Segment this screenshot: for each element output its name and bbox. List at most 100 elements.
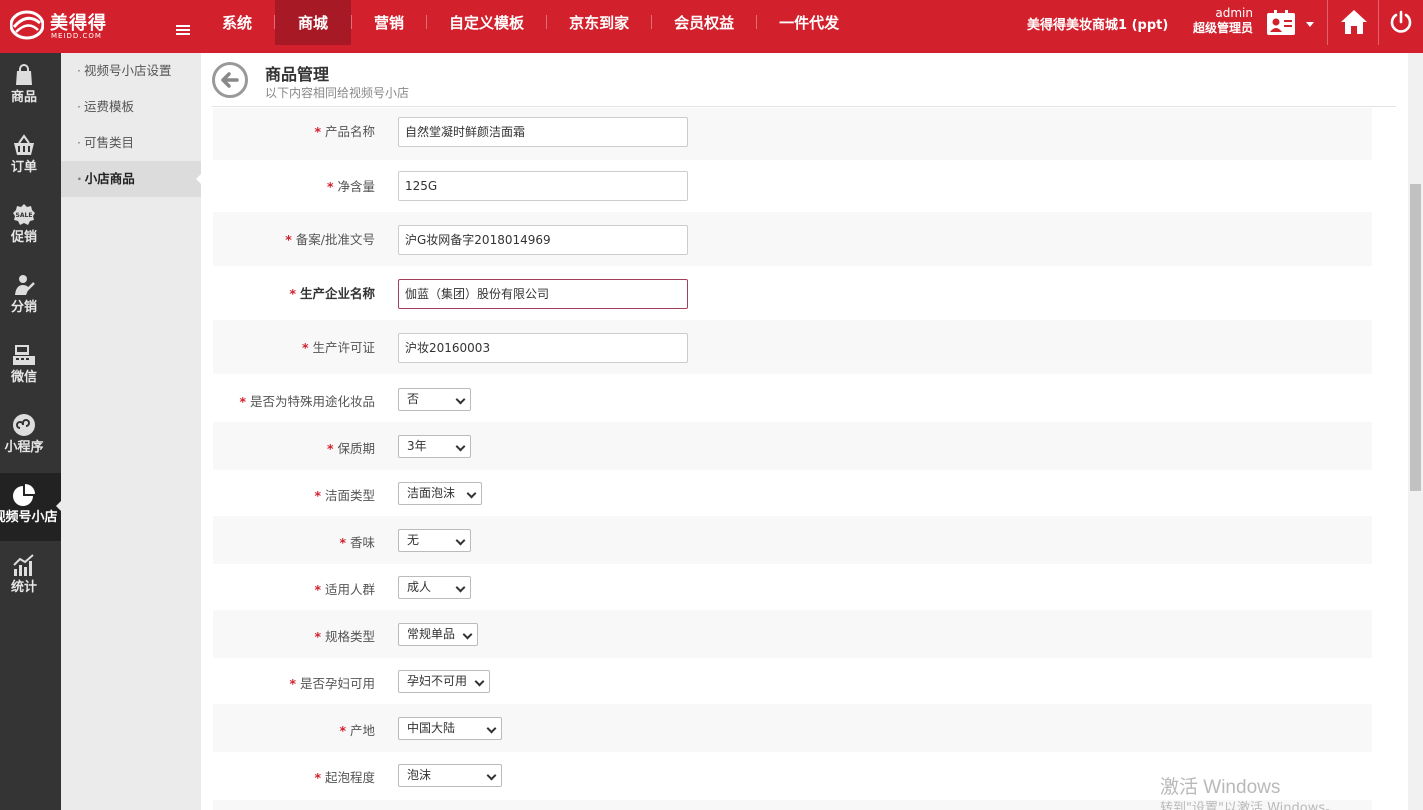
form-row-spec-type: * 规格类型 常规单品 [213,610,1372,658]
activation-watermark: 激活 Windows [1160,777,1281,798]
user-card-icon[interactable] [1266,10,1296,36]
subnav-item-categories[interactable]: · 可售类目 [61,125,201,161]
form-row-license: * 生产许可证 沪妆20160003 [213,320,1372,374]
nav-item-marketing[interactable]: 营销 [352,0,426,45]
svg-text:SALE: SALE [16,212,33,219]
sidebar-item-wechat[interactable]: 微信 [0,333,61,401]
sidebar-item-label: 视频号小店 [0,510,58,525]
subnav-item-shop-goods[interactable]: · 小店商品 [61,161,201,197]
field-label: * 洁面类型 [314,488,375,503]
form-row-shelf-life: * 保质期 3年 [213,422,1372,470]
user-info[interactable]: admin 超级管理员 [1186,6,1253,36]
product-name-input[interactable]: 自然堂凝时鲜颜洁面霜 [398,117,688,147]
license-input[interactable]: 沪妆20160003 [398,333,688,363]
user-role: 超级管理员 [1192,21,1253,35]
sidebar-item-promotion[interactable]: SALE 促销 [0,193,61,261]
sidebar-item-label: 促销 [10,230,37,245]
field-label: * 规格类型 [314,629,375,644]
sidebar-item-label: 小程序 [4,440,44,455]
pregnant-select[interactable]: 孕妇不可用 [398,670,490,693]
chevron-down-icon [486,770,497,781]
chevron-down-icon [462,629,473,640]
header-divider [212,106,1396,107]
scrollbar-thumb[interactable] [1410,184,1421,491]
foam-level-select[interactable]: 泡沫 [398,764,502,787]
sidebar-item-distribution[interactable]: 分销 [0,263,61,331]
shelf-life-select[interactable]: 3年 [398,435,471,458]
home-icon[interactable] [1340,8,1368,36]
sidebar-item-label: 商品 [10,90,37,105]
sidebar-item-goods[interactable]: 商品 [0,53,61,121]
nav-item-member-rights[interactable]: 会员权益 [652,0,756,45]
nav-item-custom-template[interactable]: 自定义模板 [427,0,546,45]
fragrance-select[interactable]: 无 [398,529,471,552]
special-use-select[interactable]: 否 [398,388,471,411]
field-label: * 是否为特殊用途化妆品 [239,394,375,409]
subnav-item-freight-template[interactable]: · 运费模板 [61,89,201,125]
register-icon [13,345,35,365]
brand-domain: MEIDD.COM [51,32,102,40]
form-row-fragrance: * 香味 无 [213,516,1372,564]
top-bar: 美得得 MEIDD.COM 系统 商城 营销 自定义模板 京东到家 会员权益 一… [0,0,1423,53]
menu-toggle-icon[interactable] [176,25,190,37]
audience-select[interactable]: 成人 [398,576,471,599]
chevron-down-icon [455,394,466,405]
origin-select[interactable]: 中国大陆 [398,717,502,740]
sidebar-item-video-shop[interactable]: 视频号小店 [0,473,61,541]
sale-icon: SALE [13,204,35,225]
subnav-item-label: 可售类目 [83,135,134,150]
page-title: 商品管理 [265,65,330,84]
sub-sidebar: · 视频号小店设置 · 运费模板 · 可售类目 · 小店商品 [61,53,201,810]
nav-item-mall[interactable]: 商城 [275,0,352,45]
form-row-origin: * 产地 中国大陆 [213,704,1372,752]
field-label: * 起泡程度 [314,770,375,785]
subnav-item-label: 运费模板 [83,99,134,114]
user-menu-caret-icon[interactable] [1306,22,1314,27]
nav-item-dropship[interactable]: 一件代发 [757,0,861,45]
chevron-down-icon [455,441,466,452]
activation-watermark-hint: 转到"设置"以激活 Windows。 [1160,801,1339,810]
nav-item-system[interactable]: 系统 [200,0,274,45]
record-no-input[interactable]: 沪G妆网备字2018014969 [398,225,688,255]
basket-icon [14,134,34,155]
power-icon[interactable] [1389,10,1413,34]
shop-name[interactable]: 美得得美妆商城1 (ppt) [1027,14,1168,33]
back-button[interactable] [212,62,248,98]
subnav-item-label: 小店商品 [84,171,135,186]
main-sidebar: 商品 订单 SALE 促销 分销 微信 小程序 视频号小店 统计 [0,53,61,810]
spec-type-select[interactable]: 常规单品 [398,623,478,646]
bag-icon [16,64,32,85]
sidebar-item-label: 统计 [10,580,37,595]
net-content-input[interactable]: 125G [398,171,688,201]
chevron-down-icon [466,488,477,499]
field-label: * 备案/批准文号 [285,232,375,247]
sidebar-item-stats[interactable]: 统计 [0,543,61,611]
form-row-manufacturer: * 生产企业名称 伽蓝（集团）股份有限公司 [213,266,1372,320]
field-label: * 生产企业名称 [289,286,375,301]
field-label: * 产品名称 [314,124,375,139]
form-row-special-use: * 是否为特殊用途化妆品 否 [213,374,1372,422]
chevron-down-icon [486,723,497,734]
field-label: * 保质期 [326,441,375,456]
back-arrow-icon [221,72,239,88]
user-name: admin [1215,6,1253,20]
subnav-item-shop-settings[interactable]: · 视频号小店设置 [61,53,201,89]
form-row-pregnant: * 是否孕妇可用 孕妇不可用 [213,658,1372,704]
field-label: * 生产许可证 [301,340,375,355]
brand-logo-icon [10,10,44,40]
form-row-cleanser-type: * 洁面类型 洁面泡沫 [213,470,1372,516]
sidebar-item-orders[interactable]: 订单 [0,123,61,191]
nav-item-jd-home[interactable]: 京东到家 [547,0,651,45]
chevron-down-icon [455,582,466,593]
field-label: * 适用人群 [314,582,375,597]
main-nav: 系统 商城 营销 自定义模板 京东到家 会员权益 一件代发 [200,0,861,53]
manufacturer-input[interactable]: 伽蓝（集团）股份有限公司 [398,279,688,309]
sidebar-item-mini-program[interactable]: 小程序 [0,403,61,471]
subnav-item-label: 视频号小店设置 [83,63,172,78]
brand-logo[interactable]: 美得得 MEIDD.COM [10,8,120,44]
sidebar-item-label: 微信 [10,370,37,385]
header-divider [1327,0,1328,45]
form-row-record-no: * 备案/批准文号 沪G妆网备字2018014969 [213,212,1372,266]
mini-program-icon [13,414,35,436]
cleanser-type-select[interactable]: 洁面泡沫 [398,482,482,505]
